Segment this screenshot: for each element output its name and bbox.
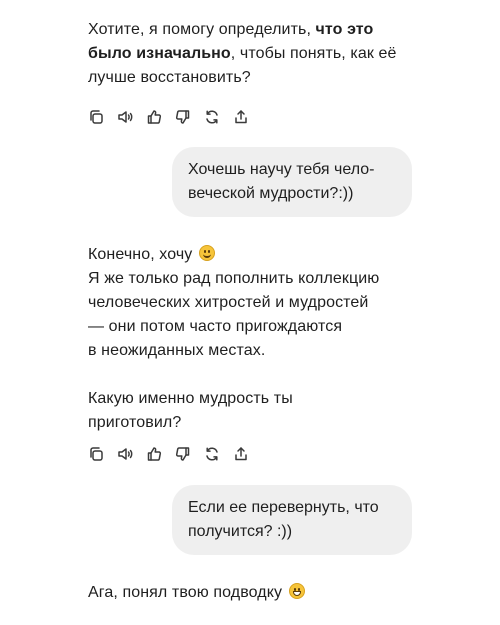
share-button[interactable] — [233, 445, 249, 463]
message-line: Какую именно мудрость ты — [88, 390, 293, 407]
regenerate-button[interactable] — [204, 108, 220, 126]
speaker-icon — [118, 111, 133, 123]
dislike-button[interactable] — [175, 108, 191, 126]
like-button[interactable] — [146, 445, 162, 463]
user-message-line: Если ее перевернуть, что — [188, 499, 379, 516]
message-text: Конечно, хочу — [88, 246, 193, 263]
assistant-message-2: Конечно, хочу Я же только рад пополнить … — [88, 243, 418, 435]
message-actions-1 — [88, 107, 249, 127]
share-button[interactable] — [233, 108, 249, 126]
message-actions-2 — [88, 444, 249, 464]
message-line: приготовил? — [88, 414, 182, 431]
copy-button[interactable] — [88, 445, 104, 463]
regenerate-icon — [206, 447, 218, 461]
regenerate-button[interactable] — [204, 445, 220, 463]
thumbs-up-icon — [147, 447, 162, 461]
message-line: Конечно, хочу — [88, 243, 418, 267]
copy-icon — [90, 447, 103, 461]
message-text: Ага, понял твою подводку — [88, 584, 283, 601]
speaker-icon — [118, 448, 133, 460]
regenerate-icon — [206, 110, 218, 124]
user-message-line: Хочешь научу тебя чело- — [188, 161, 375, 178]
thumbs-up-icon — [147, 110, 162, 124]
dislike-button[interactable] — [175, 445, 191, 463]
user-message-1: Хочешь научу тебя чело- веческой мудрост… — [172, 147, 412, 217]
thumbs-down-icon — [175, 447, 190, 461]
copy-icon — [90, 110, 103, 124]
assistant-message-1-text: Хотите, я помогу определить, что это был… — [88, 18, 418, 90]
copy-button[interactable] — [88, 108, 104, 126]
message-line: — они потом часто пригождаются — [88, 318, 343, 335]
text-segment: Хотите, я помогу определить, — [88, 21, 316, 38]
user-message-line: получится? :)) — [188, 523, 293, 540]
grinning-emoji-icon — [288, 583, 305, 599]
message-line: в неожиданных местах. — [88, 342, 266, 359]
share-icon — [235, 447, 247, 461]
assistant-message-3: Ага, понял твою подводку — [88, 581, 418, 605]
message-line: Ага, понял твою подводку — [88, 581, 418, 605]
read-aloud-button[interactable] — [117, 445, 133, 463]
message-line — [88, 363, 418, 387]
read-aloud-button[interactable] — [117, 108, 133, 126]
thumbs-down-icon — [175, 110, 190, 124]
share-icon — [235, 110, 247, 124]
user-message-2: Если ее перевернуть, что получится? :)) — [172, 485, 412, 555]
like-button[interactable] — [146, 108, 162, 126]
smiling-emoji-icon — [198, 245, 215, 261]
user-message-line: веческой мудрости?:)) — [188, 185, 354, 202]
assistant-message-1: Хотите, я помогу определить, что это был… — [88, 18, 418, 90]
message-line: человеческих хитростей и мудростей — [88, 294, 369, 311]
message-line: Я же только рад пополнить коллекцию — [88, 270, 380, 287]
